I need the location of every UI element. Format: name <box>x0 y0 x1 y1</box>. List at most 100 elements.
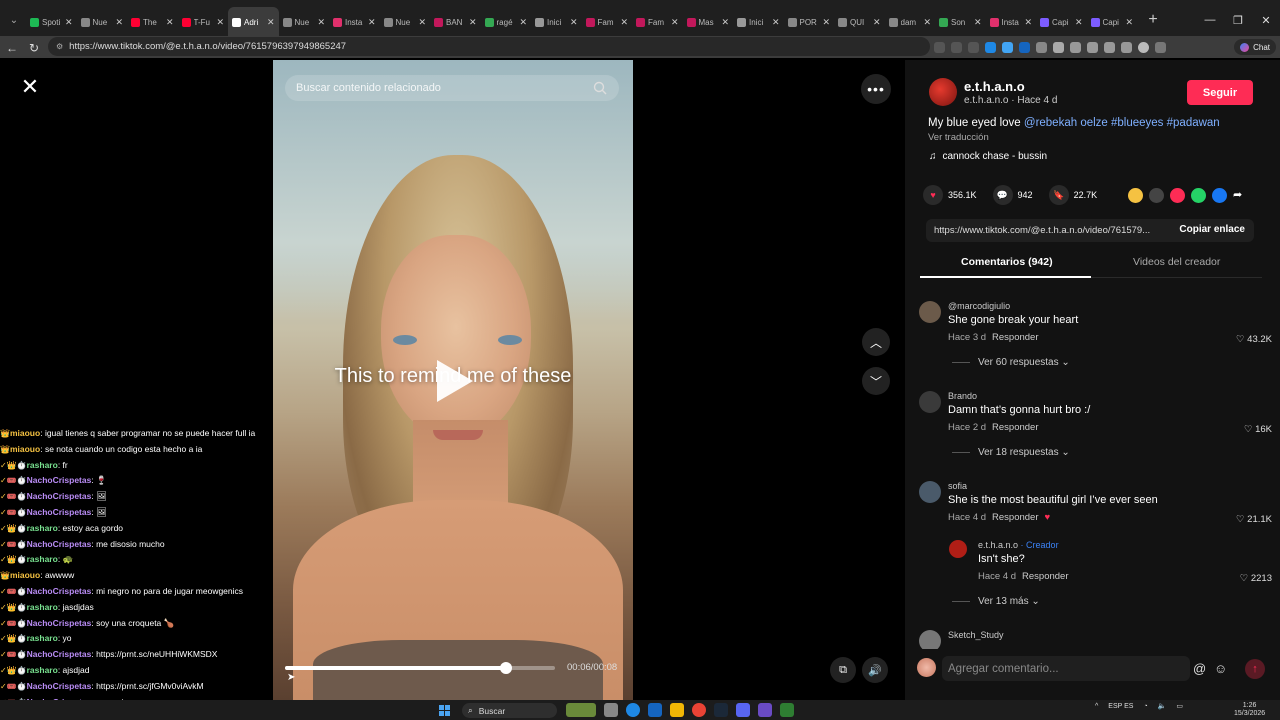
comment-button[interactable]: 💬 942 <box>992 185 1033 205</box>
reply-button[interactable]: Responder <box>992 512 1038 523</box>
commenter-name[interactable]: e.t.h.a.n.o · Creador <box>978 540 1059 550</box>
chat-username[interactable]: NachoCrispetas <box>27 507 92 517</box>
browser-tab[interactable]: dam ✕ <box>885 7 936 37</box>
browser-tab[interactable]: ragé ✕ <box>481 7 532 37</box>
site-info-icon[interactable]: ⚙ <box>56 42 63 51</box>
edge-icon[interactable] <box>626 703 640 717</box>
browser-tab[interactable]: T-Fu ✕ <box>178 7 229 37</box>
follow-button[interactable]: Seguir <box>1187 80 1253 105</box>
view-more-replies-button[interactable]: Ver 13 más ⌄ <box>952 596 1040 607</box>
browser-tab[interactable]: Insta ✕ <box>986 7 1037 37</box>
see-translation-link[interactable]: Ver traducción <box>928 132 989 143</box>
picture-in-picture-button[interactable]: ⧉ <box>830 657 856 683</box>
bookmark-star-icon[interactable] <box>968 41 979 53</box>
tab-comments[interactable]: Comentarios (942) <box>961 256 1053 268</box>
extension-icon[interactable] <box>1036 41 1047 53</box>
tab-close-icon[interactable]: ✕ <box>65 17 73 28</box>
close-icon[interactable]: ✕ <box>18 76 42 100</box>
commenter-name[interactable]: Brando <box>948 391 977 401</box>
browser-tab[interactable]: POR ✕ <box>784 7 835 37</box>
discord-icon[interactable] <box>736 703 750 717</box>
chat-username[interactable]: NachoCrispetas <box>27 649 92 659</box>
description-tags[interactable]: @rebekah oelze #blueeyes #padawan <box>1024 117 1220 129</box>
tray-chevron-icon[interactable]: ^ <box>1095 703 1098 710</box>
save-button[interactable]: 🔖 22.7K <box>1048 185 1097 205</box>
video-progress-bar[interactable] <box>285 662 555 674</box>
wifi-icon[interactable]: ◔ <box>1143 703 1147 710</box>
browser-tab[interactable]: Inici ✕ <box>531 7 582 37</box>
language-indicator[interactable]: ESP ES <box>1108 703 1133 710</box>
chat-username[interactable]: rasharo <box>27 602 58 612</box>
chat-username[interactable]: NachoCrispetas <box>27 681 92 691</box>
previous-video-button[interactable]: ︿ <box>862 328 890 356</box>
play-app-icon[interactable] <box>780 703 794 717</box>
chat-username[interactable]: rasharo <box>27 665 58 675</box>
tab-close-icon[interactable]: ✕ <box>822 17 830 28</box>
tab-close-icon[interactable]: ✕ <box>772 17 780 28</box>
tab-close-icon[interactable]: ✕ <box>216 17 224 28</box>
chat-username[interactable]: NachoCrispetas <box>27 475 92 485</box>
reload-button[interactable]: ↻ <box>24 41 44 55</box>
facebook-icon[interactable] <box>1212 188 1227 203</box>
tab-close-icon[interactable]: ✕ <box>519 17 527 28</box>
whatsapp-icon[interactable] <box>1191 188 1206 203</box>
tab-close-icon[interactable]: ✕ <box>166 17 174 28</box>
chat-username[interactable]: miaouo <box>10 570 40 580</box>
browser-tab[interactable]: Nue ✕ <box>77 7 128 37</box>
extension-icon[interactable] <box>1019 41 1030 53</box>
video-player[interactable]: Buscar contenido relacionado This to rem… <box>273 60 633 700</box>
chat-username[interactable]: NachoCrispetas <box>27 618 92 628</box>
view-replies-button[interactable]: Ver 60 respuestas ⌄ <box>952 357 1070 368</box>
commenter-name[interactable]: @marcodigiulio <box>948 301 1010 311</box>
store-icon[interactable] <box>648 703 662 717</box>
chat-username[interactable]: NachoCrispetas <box>27 491 92 501</box>
browser-tab[interactable]: Fam ✕ <box>632 7 683 37</box>
chat-username[interactable]: miaouo <box>10 444 40 454</box>
tab-close-icon[interactable]: ✕ <box>267 17 275 28</box>
puzzle-icon[interactable] <box>1070 41 1081 53</box>
collections-icon[interactable] <box>1121 41 1132 53</box>
tab-close-icon[interactable]: ✕ <box>1024 17 1032 28</box>
tab-close-icon[interactable]: ✕ <box>873 17 881 28</box>
view-replies-button[interactable]: Ver 18 respuestas ⌄ <box>952 447 1070 458</box>
browser-tab[interactable]: Capi ✕ <box>1087 7 1138 37</box>
browser-tab[interactable]: Spoti ✕ <box>26 7 77 37</box>
tab-close-icon[interactable]: ✕ <box>317 17 325 28</box>
browser-tab[interactable]: Capi ✕ <box>1036 7 1087 37</box>
chat-username[interactable]: NachoCrispetas <box>27 539 92 549</box>
volume-button[interactable]: 🔊 <box>862 657 888 683</box>
comment-like-button[interactable]: ♡ 43.2K <box>1236 334 1272 345</box>
close-window-button[interactable]: ✕ <box>1252 14 1280 27</box>
battery-icon[interactable]: ▭ <box>1176 702 1183 710</box>
tab-close-icon[interactable]: ✕ <box>974 17 982 28</box>
commenter-avatar[interactable] <box>919 391 941 413</box>
video-link[interactable]: https://www.tiktok.com/@e.t.h.a.n.o/vide… <box>926 225 1172 236</box>
tab-close-icon[interactable]: ✕ <box>721 17 729 28</box>
zoom-icon[interactable] <box>951 41 962 53</box>
author-avatar[interactable] <box>929 78 957 106</box>
commenter-name[interactable]: Sketch_Study <box>948 630 1004 640</box>
reply-button[interactable]: Responder <box>1022 571 1068 582</box>
search-icon[interactable] <box>593 81 607 95</box>
comment-like-button[interactable]: ♡ 21.1K <box>1236 514 1272 525</box>
comment-input[interactable]: Agregar comentario... <box>942 656 1190 681</box>
widget-icon[interactable] <box>566 703 596 717</box>
task-view-icon[interactable] <box>604 703 618 717</box>
steam-icon[interactable] <box>714 703 728 717</box>
minimize-button[interactable]: — <box>1196 14 1224 26</box>
file-explorer-icon[interactable] <box>670 703 684 717</box>
app-icon[interactable] <box>758 703 772 717</box>
commenter-avatar[interactable] <box>919 301 941 323</box>
reply-button[interactable]: Responder <box>992 332 1038 343</box>
comment-like-button[interactable]: ♡ 16K <box>1244 424 1272 435</box>
tab-close-icon[interactable]: ✕ <box>368 17 376 28</box>
commenter-avatar[interactable] <box>919 481 941 503</box>
copilot-chat-button[interactable]: Chat <box>1234 39 1276 55</box>
browser-tab[interactable]: Nue ✕ <box>380 7 431 37</box>
next-video-button[interactable]: ﹀ <box>862 367 890 395</box>
tab-close-icon[interactable]: ✕ <box>469 17 477 28</box>
embed-icon[interactable] <box>1149 188 1164 203</box>
chat-username[interactable]: rasharo <box>27 460 58 470</box>
new-tab-button[interactable]: + <box>1141 11 1165 29</box>
favorites-icon[interactable] <box>1104 41 1115 53</box>
